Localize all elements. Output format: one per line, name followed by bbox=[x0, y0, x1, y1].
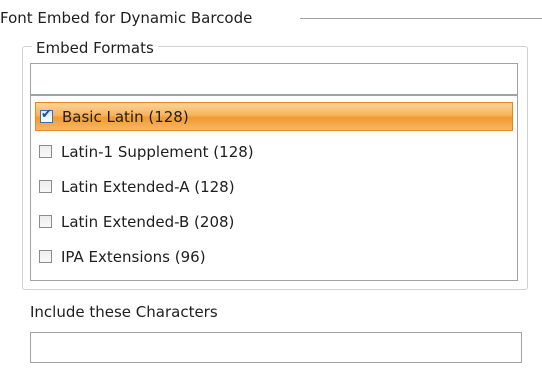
checkbox[interactable]: ✔ bbox=[40, 107, 53, 123]
embed-format-item-latin-extended-b[interactable]: Latin Extended-B (208) bbox=[35, 207, 513, 236]
embed-format-item-latin-extended-a[interactable]: Latin Extended-A (128) bbox=[35, 172, 513, 201]
embed-format-item-label: Latin-1 Supplement (128) bbox=[61, 142, 254, 161]
embed-format-item-ipa-extensions[interactable]: IPA Extensions (96) bbox=[35, 242, 513, 271]
embed-format-item-latin-1-supplement[interactable]: Latin-1 Supplement (128) bbox=[35, 137, 513, 166]
embed-formats-group-title: Embed Formats bbox=[32, 39, 158, 57]
include-characters-input[interactable] bbox=[30, 332, 522, 363]
checkmark-icon: ✔ bbox=[41, 107, 52, 122]
checkbox[interactable] bbox=[39, 145, 52, 158]
embed-formats-filter-input[interactable] bbox=[30, 63, 518, 95]
embed-formats-list[interactable]: ✔ Basic Latin (128) Latin-1 Supplement (… bbox=[30, 95, 518, 281]
embed-format-item-label: IPA Extensions (96) bbox=[61, 247, 206, 266]
include-characters-label: Include these Characters bbox=[30, 303, 218, 321]
embed-format-item-basic-latin[interactable]: ✔ Basic Latin (128) bbox=[35, 102, 513, 131]
section-title: Font Embed for Dynamic Barcode bbox=[0, 8, 259, 28]
embed-format-item-label: Latin Extended-B (208) bbox=[61, 212, 235, 231]
checkbox[interactable] bbox=[39, 180, 52, 193]
embed-format-item-label: Latin Extended-A (128) bbox=[61, 177, 235, 196]
section-divider bbox=[300, 18, 542, 19]
embed-format-item-label: Basic Latin (128) bbox=[62, 107, 189, 126]
checkbox[interactable] bbox=[39, 250, 52, 263]
checkbox[interactable] bbox=[39, 215, 52, 228]
